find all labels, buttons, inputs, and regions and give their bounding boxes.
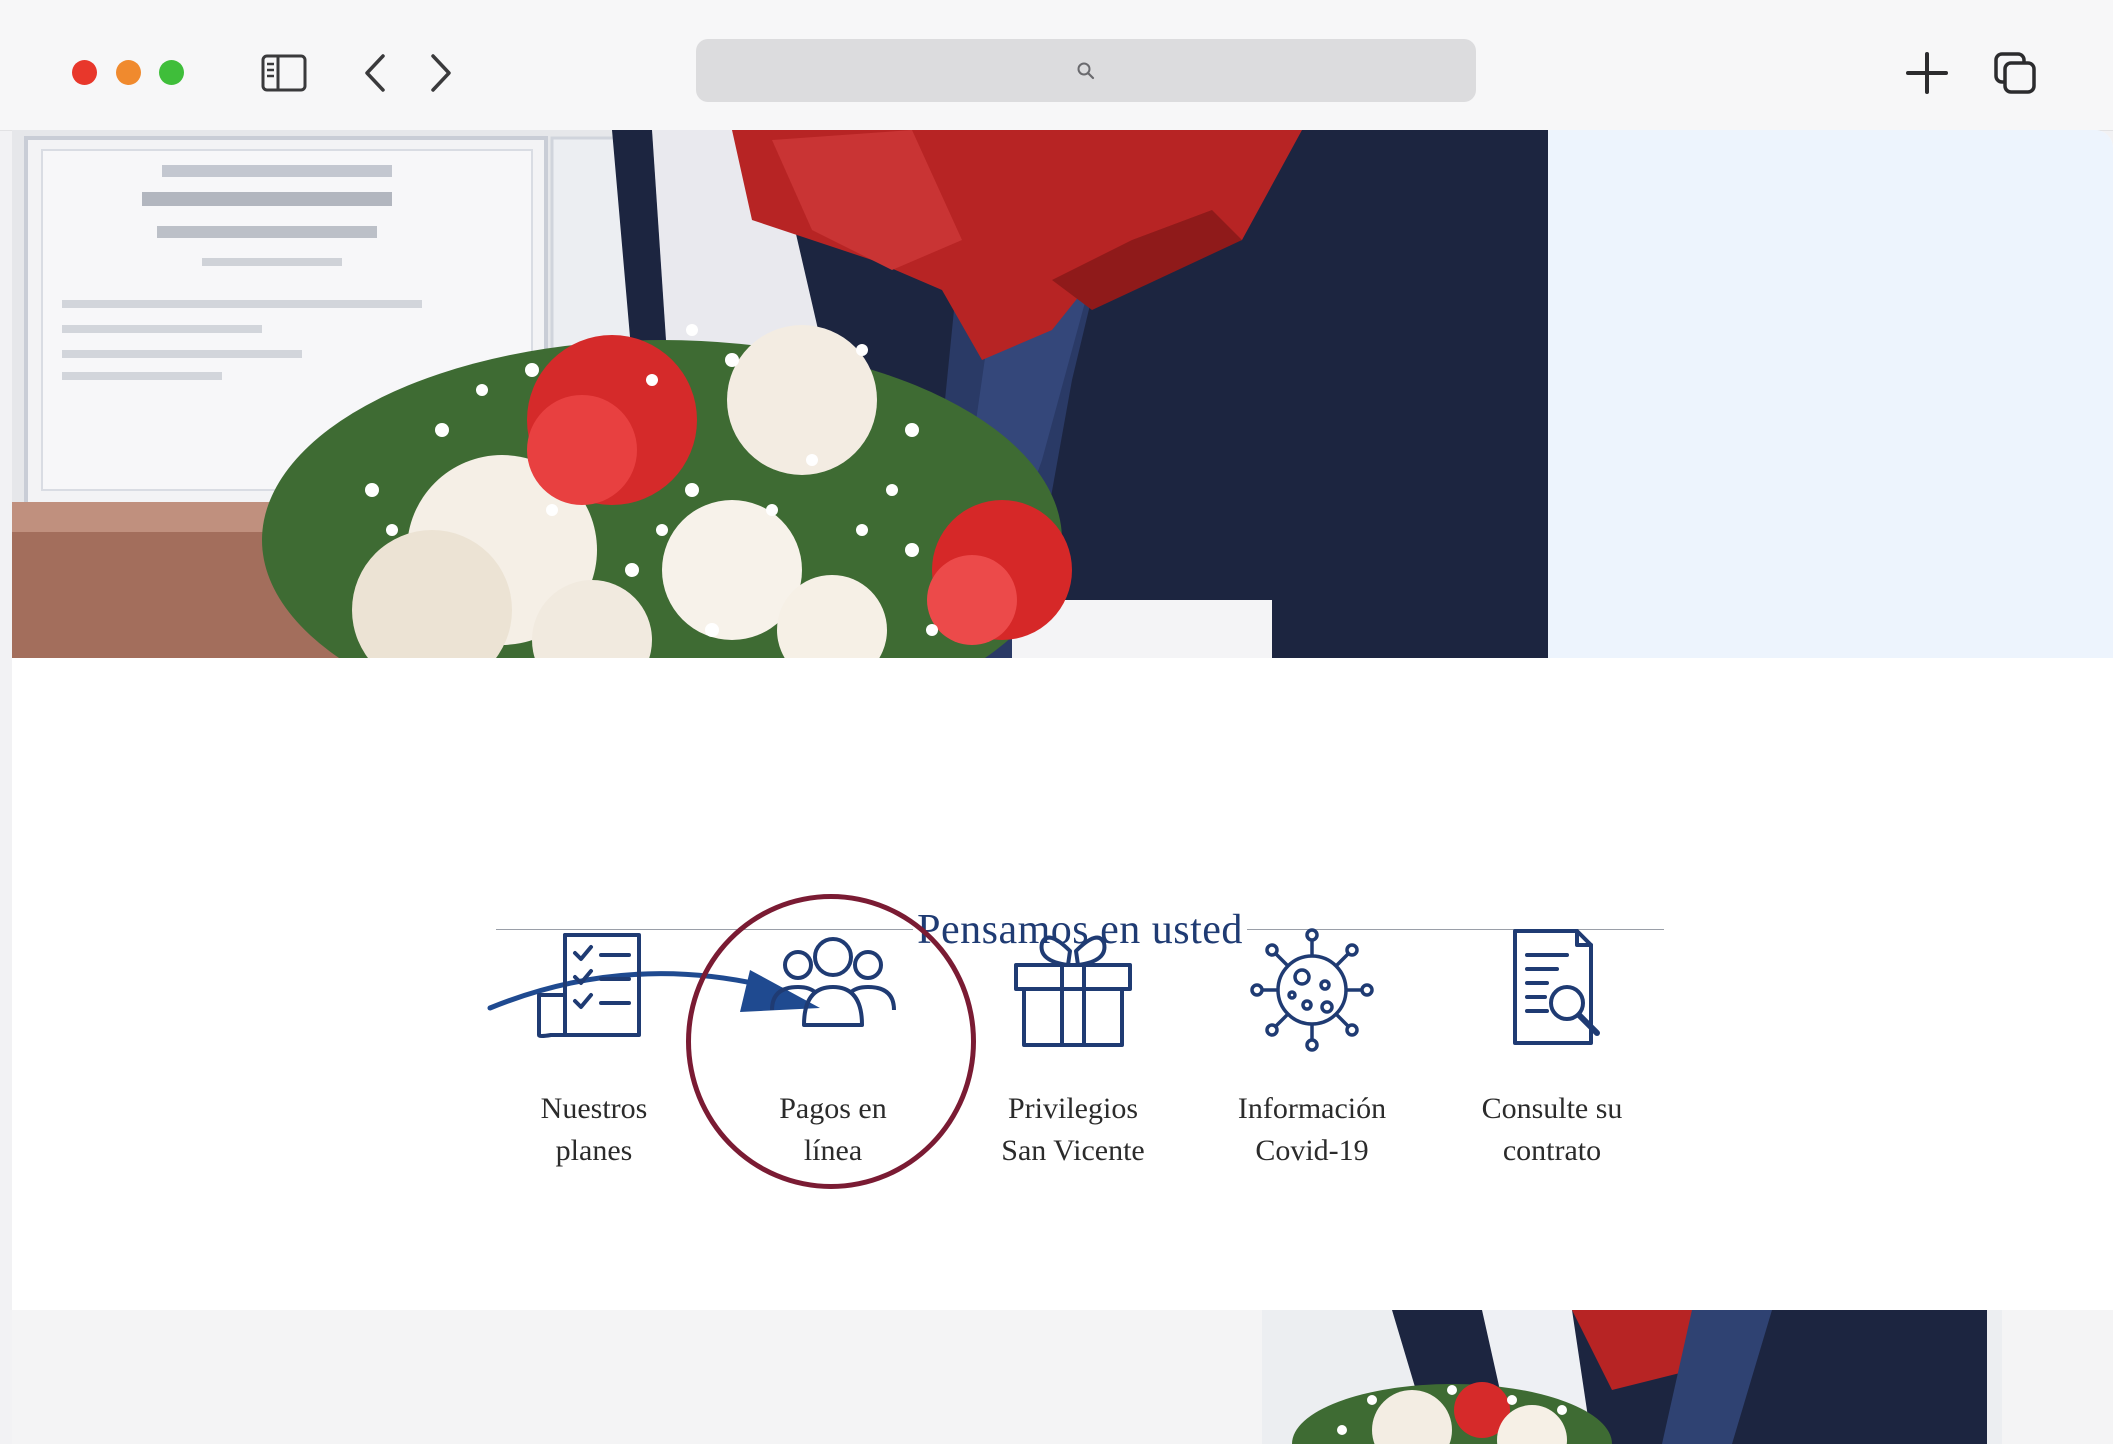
feature-nuestros-planes[interactable]: Nuestros planes bbox=[474, 925, 714, 1172]
minimize-window-button[interactable] bbox=[116, 60, 141, 85]
sidebar-toggle-button[interactable] bbox=[261, 50, 307, 96]
feature-label: Nuestros planes bbox=[540, 1092, 648, 1167]
chevron-right-icon bbox=[431, 54, 451, 92]
sidebar-icon bbox=[261, 54, 307, 92]
address-bar[interactable] bbox=[696, 39, 1476, 102]
secondary-photo-illustration bbox=[1262, 1310, 2002, 1444]
tab-overview-button[interactable] bbox=[1992, 50, 2038, 96]
forward-button[interactable] bbox=[418, 50, 464, 96]
zoom-window-button[interactable] bbox=[159, 60, 184, 85]
plus-icon bbox=[1906, 52, 1948, 94]
new-tab-button[interactable] bbox=[1904, 50, 1950, 96]
highlight-circle-annotation bbox=[686, 894, 976, 1189]
gift-icon bbox=[1014, 935, 1132, 1047]
feature-label: Privilegios San Vicente bbox=[1001, 1092, 1145, 1167]
virus-icon bbox=[1250, 928, 1374, 1052]
tabs-overview-icon bbox=[1994, 52, 2036, 94]
document-search-icon bbox=[1513, 929, 1600, 1045]
back-button[interactable] bbox=[352, 50, 398, 96]
close-window-button[interactable] bbox=[72, 60, 97, 85]
feature-label: Información Covid-19 bbox=[1237, 1092, 1387, 1167]
feature-privilegios-san-vicente[interactable]: Privilegios San Vicente bbox=[953, 925, 1193, 1172]
page-viewport: Pensamos en usted Nuestros planes Pagos … bbox=[12, 130, 2113, 1444]
checklist-icon bbox=[537, 933, 641, 1038]
feature-consulte-su-contrato[interactable]: Consulte su contrato bbox=[1432, 925, 1672, 1172]
feature-informacion-covid-19[interactable]: Información Covid-19 bbox=[1192, 925, 1432, 1172]
feature-label: Consulte su contrato bbox=[1481, 1092, 1623, 1167]
search-icon bbox=[1077, 62, 1095, 79]
secondary-section bbox=[12, 1310, 2113, 1444]
chevron-left-icon bbox=[365, 54, 385, 92]
feature-list: Nuestros planes Pagos en línea Privilegi… bbox=[12, 130, 2113, 1444]
browser-toolbar bbox=[0, 0, 2113, 131]
